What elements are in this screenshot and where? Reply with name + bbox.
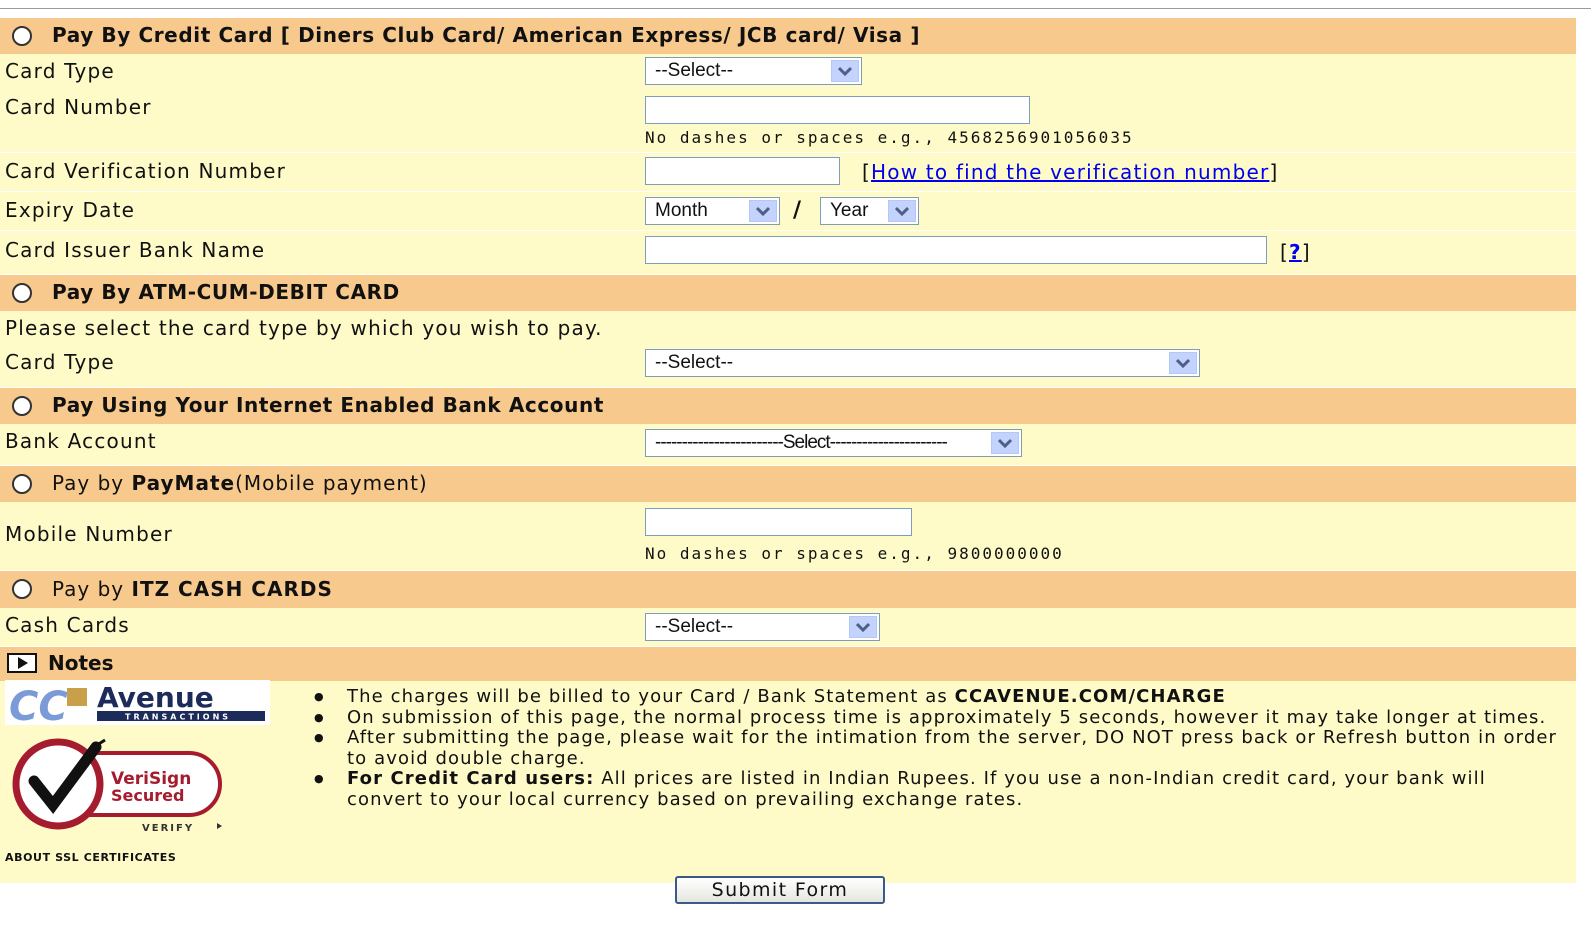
notes-title: Notes <box>48 651 114 675</box>
bank-account-label: Bank Account <box>5 429 157 453</box>
cvv-label: Card Verification Number <box>5 159 287 183</box>
chevron-down-icon <box>849 616 877 638</box>
ccavenue-logo-text: Avenue <box>97 681 214 714</box>
debit-card-title: Pay By ATM-CUM-DEBIT CARD <box>52 280 400 304</box>
bank-account-value: ------------------------Select----------… <box>655 432 948 453</box>
ccavenue-logo-subtext: TRANSACTIONS <box>125 713 231 722</box>
card-type-select[interactable]: --Select-- <box>645 57 862 85</box>
mobile-hint: No dashes or spaces e.g., 9800000000 <box>645 544 1064 563</box>
chevron-down-icon <box>749 200 777 222</box>
issuer-help-wrapper: [?] <box>1280 240 1311 264</box>
chevron-down-icon <box>991 432 1019 454</box>
itz-title: Pay by ITZ CASH CARDS <box>52 577 333 601</box>
expiry-year-value: Year <box>830 200 869 221</box>
svg-text:CC: CC <box>9 684 68 725</box>
expiry-row: Expiry Date <box>0 192 1576 230</box>
note-text: After submitting the page, please wait f… <box>347 727 1558 769</box>
cvv-help-link-wrapper: [How to find the verification number] <box>862 160 1279 184</box>
expiry-year-select[interactable]: Year <box>820 197 919 225</box>
paymate-title-bold: PayMate <box>131 471 236 495</box>
cash-cards-label: Cash Cards <box>5 613 130 637</box>
cash-cards-value: --Select-- <box>655 616 734 637</box>
top-divider <box>0 0 1591 9</box>
cvv-help-link[interactable]: How to find the verification number <box>871 160 1269 184</box>
paymate-header: Pay by PayMate(Mobile payment) <box>0 466 1576 502</box>
chevron-down-icon <box>831 60 859 82</box>
chevron-down-icon <box>888 200 916 222</box>
note-bold: CCAVENUE.COM/CHARGE <box>954 686 1226 707</box>
expiry-month-value: Month <box>655 200 708 221</box>
card-number-label: Card Number <box>5 95 152 119</box>
note-text: On submission of this page, the normal p… <box>347 706 1547 728</box>
about-ssl-link[interactable]: ABOUT SSL CERTIFICATES <box>5 851 176 864</box>
paymate-title: Pay by PayMate(Mobile payment) <box>52 471 428 495</box>
itz-title-bold: ITZ CASH CARDS <box>131 577 333 601</box>
card-type-select-value: --Select-- <box>655 60 734 81</box>
notes-list: The charges will be billed to your Card … <box>314 686 1560 810</box>
credit-card-header: Pay By Credit Card [ Diners Club Card/ A… <box>0 18 1576 54</box>
note-text: The charges will be billed to your Card … <box>347 686 955 707</box>
itz-header: Pay by ITZ CASH CARDS <box>0 571 1576 608</box>
note-item: The charges will be billed to your Card … <box>314 686 1560 708</box>
play-icon[interactable] <box>7 653 37 673</box>
paymate-radio[interactable] <box>12 474 32 494</box>
verisign-seal[interactable]: VeriSign Secured VERIFY <box>8 735 228 835</box>
bank-account-select[interactable]: ------------------------Select----------… <box>645 429 1022 457</box>
paymate-title-suffix: (Mobile payment) <box>235 471 428 495</box>
note-item: On submission of this page, the normal p… <box>314 706 1560 729</box>
debit-instruction: Please select the card type by which you… <box>5 316 603 340</box>
credit-card-title: Pay By Credit Card [ Diners Club Card/ A… <box>52 23 921 47</box>
chevron-down-icon <box>1169 352 1197 374</box>
card-type-label: Card Type <box>5 59 115 83</box>
cvv-input[interactable] <box>645 157 840 185</box>
net-banking-radio[interactable] <box>12 396 32 416</box>
itz-title-prefix: Pay by <box>52 577 132 601</box>
issuer-help-link[interactable]: ? <box>1289 240 1302 264</box>
ccavenue-logo[interactable]: CC Avenue TRANSACTIONS <box>5 680 270 730</box>
debit-card-type-label: Card Type <box>5 350 115 374</box>
note-item: After submitting the page, please wait f… <box>314 727 1560 769</box>
debit-card-type-value: --Select-- <box>655 352 734 373</box>
note-item: For Credit Card users: All prices are li… <box>314 768 1560 810</box>
debit-card-type-select[interactable]: --Select-- <box>645 349 1200 377</box>
credit-card-radio[interactable] <box>12 26 32 46</box>
expiry-month-select[interactable]: Month <box>645 197 780 225</box>
issuer-input[interactable] <box>645 236 1267 264</box>
mobile-label: Mobile Number <box>5 522 173 546</box>
issuer-label: Card Issuer Bank Name <box>5 238 266 262</box>
expiry-label: Expiry Date <box>5 198 136 222</box>
submit-form-button[interactable]: Submit Form <box>675 876 885 904</box>
card-number-input[interactable] <box>645 96 1030 124</box>
notes-header: Notes <box>0 647 1576 681</box>
card-number-hint: No dashes or spaces e.g., 45682569010560… <box>645 128 1134 147</box>
net-banking-title: Pay Using Your Internet Enabled Bank Acc… <box>52 393 604 417</box>
paymate-title-prefix: Pay by <box>52 471 132 495</box>
verisign-text-2: Secured <box>111 786 184 805</box>
net-banking-header: Pay Using Your Internet Enabled Bank Acc… <box>0 388 1576 424</box>
debit-card-header: Pay By ATM-CUM-DEBIT CARD <box>0 275 1576 311</box>
note-bold: For Credit Card users: <box>347 768 595 789</box>
expiry-separator: / <box>793 198 802 223</box>
debit-card-radio[interactable] <box>12 283 32 303</box>
verisign-verify-text: VERIFY <box>142 823 194 834</box>
mobile-input[interactable] <box>645 508 912 536</box>
itz-radio[interactable] <box>12 579 32 599</box>
cash-cards-select[interactable]: --Select-- <box>645 613 880 641</box>
debit-instruction-row: Please select the card type by which you… <box>0 311 1576 345</box>
